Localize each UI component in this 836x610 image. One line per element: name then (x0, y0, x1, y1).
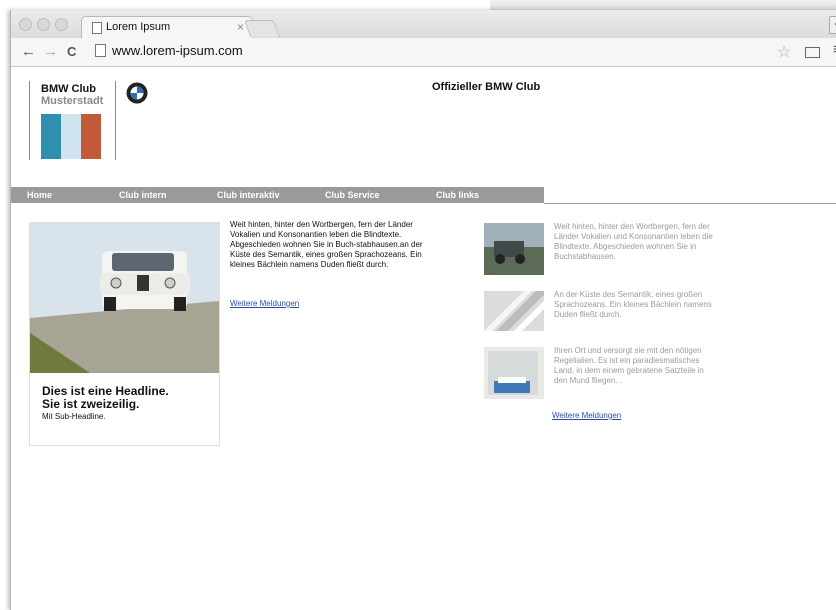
logo-subtitle: Musterstadt (41, 95, 104, 107)
bmw-logo-icon (126, 82, 148, 104)
page-info-icon[interactable] (95, 44, 106, 57)
flag-stripe-red (81, 114, 101, 159)
feature-subheadline: Mit Sub-Headline. (42, 412, 106, 421)
flag-stripe-light (61, 114, 81, 159)
tab-strip: Lorem Ipsum × ▾ (11, 10, 836, 39)
minimize-window-dot[interactable] (37, 18, 50, 31)
feature-card[interactable]: Dies ist eine Headline. Sie ist zweizeil… (29, 222, 220, 446)
close-window-dot[interactable] (19, 18, 32, 31)
page-icon (92, 22, 102, 34)
news-thumbnail-1 (484, 223, 544, 275)
tab-close-icon[interactable]: × (237, 20, 244, 34)
browser-window: Lorem Ipsum × ▾ ← → C www.lorem-ipsum.co… (10, 10, 836, 610)
main-navigation: Home Club intern Club interaktiv Club Se… (11, 187, 544, 203)
background-window-edge (490, 0, 836, 10)
browser-toolbar: ← → C www.lorem-ipsum.com ☆ ≡ (11, 38, 836, 67)
nav-item-club-interaktiv[interactable]: Club interaktiv (217, 190, 280, 200)
page-title: Offizieller BMW Club (432, 81, 541, 93)
nav-divider (544, 203, 836, 204)
flag-stripe-blue (41, 114, 61, 159)
nav-item-home[interactable]: Home (27, 190, 52, 200)
profile-icon[interactable]: ▾ (829, 16, 836, 34)
main-article-text: Weit hinten, hinter den Wortbergen, fern… (230, 220, 423, 269)
zoom-window-dot[interactable] (55, 18, 68, 31)
forward-button[interactable]: → (43, 43, 58, 60)
logo-title: BMW Club (41, 83, 96, 95)
cast-icon[interactable] (805, 47, 820, 58)
back-button[interactable]: ← (21, 43, 36, 60)
news-item-3[interactable]: Ihren Ort und versorgt sie mit den nötig… (484, 346, 784, 407)
browser-tab[interactable]: Lorem Ipsum × (81, 16, 253, 39)
club-logo[interactable]: BMW Club Musterstadt (29, 81, 116, 160)
reload-button[interactable]: C (67, 44, 76, 59)
web-page: BMW Club Musterstadt Offizieller BMW Clu… (11, 67, 836, 610)
news-thumbnail-2 (484, 291, 544, 331)
more-news-link[interactable]: Weitere Meldungen (230, 299, 299, 308)
news-text-1: Weit hinten, hinter den Wortbergen, fern… (554, 222, 713, 261)
car-photo (30, 223, 219, 373)
address-bar[interactable]: www.lorem-ipsum.com (112, 43, 243, 58)
new-tab-button[interactable] (243, 20, 281, 37)
news-thumbnail-3 (484, 347, 544, 399)
nav-item-club-links[interactable]: Club links (436, 190, 479, 200)
nav-item-club-intern[interactable]: Club intern (119, 190, 167, 200)
tab-title: Lorem Ipsum (106, 21, 171, 33)
sidebar-more-news-link[interactable]: Weitere Meldungen (552, 411, 621, 420)
feature-headline: Dies ist eine Headline. Sie ist zweizeil… (42, 385, 169, 411)
bookmark-star-icon[interactable]: ☆ (777, 42, 791, 62)
news-text-2: An der Küste des Semantik, eines großen … (554, 290, 712, 319)
club-flag (41, 114, 101, 159)
nav-item-club-service[interactable]: Club Service (325, 190, 380, 200)
news-item-1[interactable]: Weit hinten, hinter den Wortbergen, fern… (484, 222, 784, 283)
news-text-3: Ihren Ort und versorgt sie mit den nötig… (554, 346, 704, 385)
headline-line-2: Sie ist zweizeilig. (42, 397, 140, 411)
news-item-2[interactable]: An der Küste des Semantik, eines großen … (484, 290, 784, 351)
